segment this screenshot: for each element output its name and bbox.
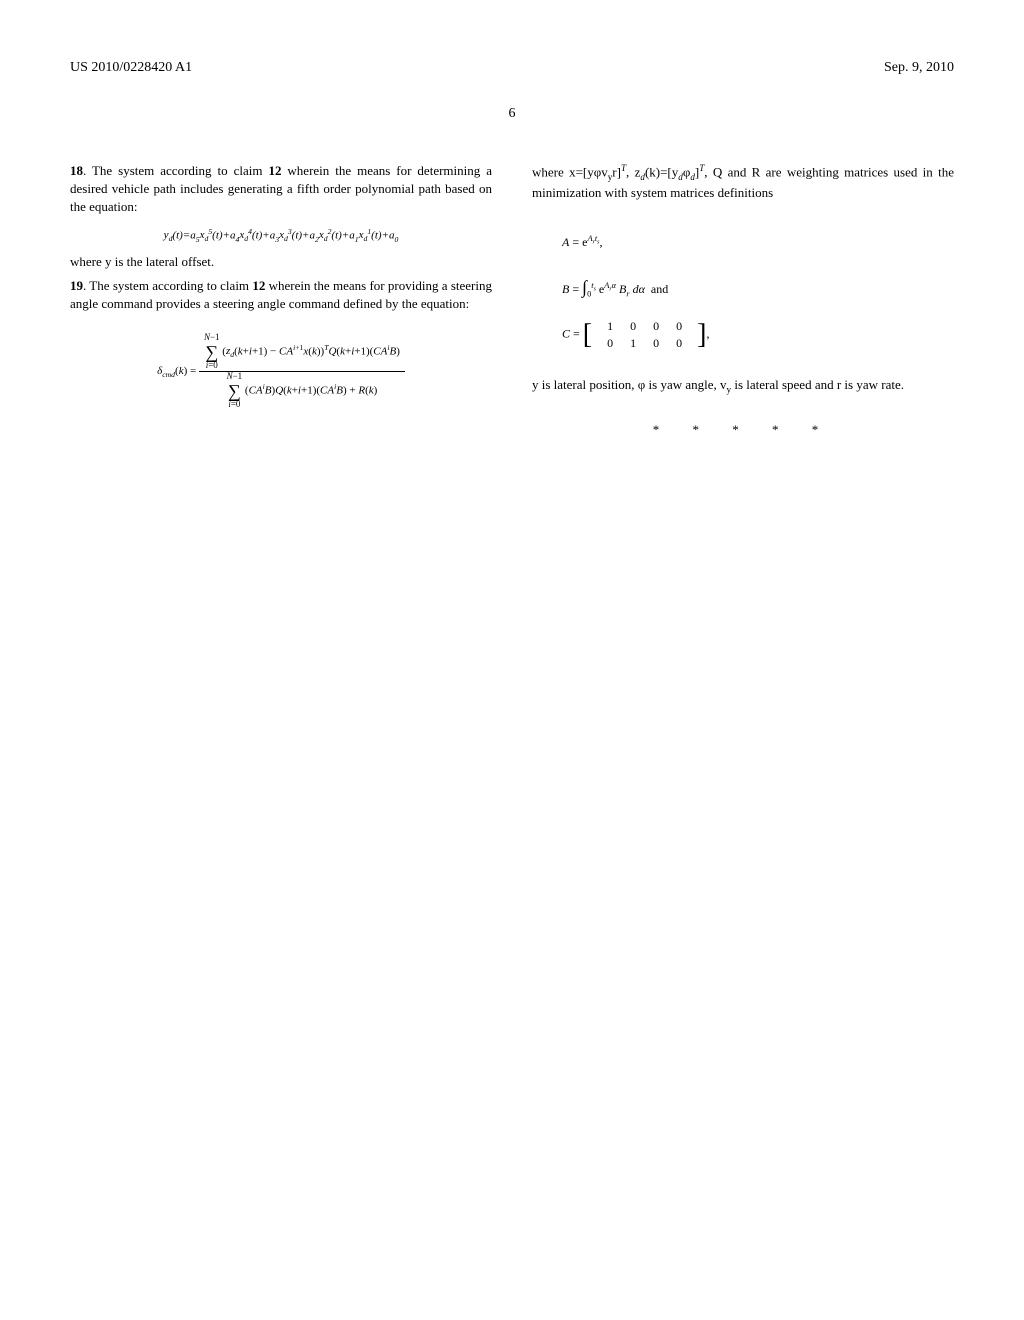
claim-number-18: 18	[70, 163, 83, 178]
claim-18: 18. The system according to claim 12 whe…	[70, 162, 492, 217]
claim-18-where: where y is the lateral offset.	[70, 253, 492, 271]
claim-19: 19. The system according to claim 12 whe…	[70, 277, 492, 313]
final-text: y is lateral position, φ is yaw angle, v…	[532, 376, 954, 396]
where-text: where x=[yφvyr]T, zd(k)=[ydφd]T, Q and R…	[532, 162, 954, 202]
end-marker: * * * * *	[532, 422, 954, 438]
claim-18-formula: yd(t)=a5xd5(t)+a4xd4(t)+a3xd3(t)+a2xd2(t…	[70, 227, 492, 244]
left-column: 18. The system according to claim 12 whe…	[70, 162, 492, 438]
matrix-definitions: A = eArts, B = ∫0ts eArα Br dα and C = […	[562, 227, 954, 352]
publication-number: US 2010/0228420 A1	[70, 60, 192, 76]
publication-date: Sep. 9, 2010	[884, 60, 954, 76]
claim-number-19: 19	[70, 278, 83, 293]
claim-19-formula: δcmd(k) = N−1 ∑ i=0 (zd(k+i+1) − CAi+1x(…	[70, 333, 492, 410]
matrix-c-def: C = [ 1 0 0 0 0 1 0 0 ],	[562, 318, 954, 352]
matrix-a-def: A = eArts,	[562, 227, 954, 257]
right-column: where x=[yφvyr]T, zd(k)=[ydφd]T, Q and R…	[532, 162, 954, 438]
matrix-b-def: B = ∫0ts eArα Br dα and	[562, 265, 954, 310]
page-number: 6	[70, 106, 954, 122]
